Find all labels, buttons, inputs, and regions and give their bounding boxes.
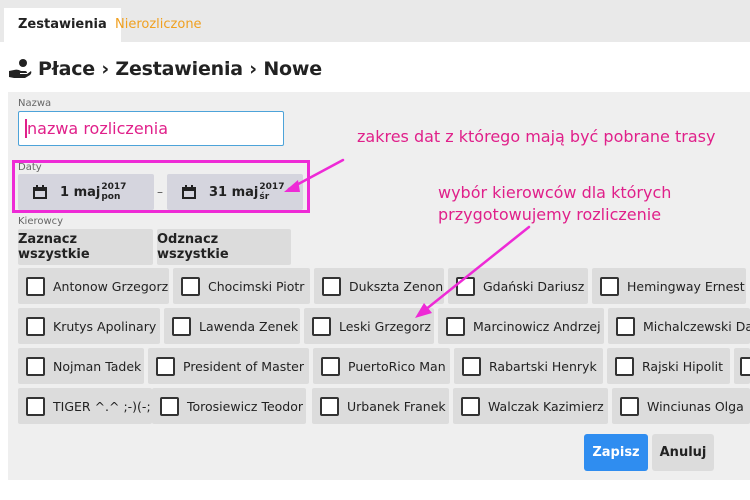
driver-checkbox[interactable]: Urbanek Franek bbox=[312, 388, 449, 424]
driver-checkbox[interactable]: Walczak Kazimierz bbox=[453, 388, 608, 424]
driver-checkbox[interactable]: TIGER ^.^ ;-)(-; bbox=[18, 388, 152, 424]
driver-checkbox[interactable]: Antonow Grzegorz bbox=[18, 268, 169, 304]
driver-name: Torosiewicz Teodor bbox=[187, 398, 304, 414]
driver-name: TIGER ^.^ ;-)(-; bbox=[53, 398, 151, 414]
driver-checkbox[interactable]: Leski Grzegorz bbox=[304, 308, 434, 344]
driver-name: Duksztа Zenon bbox=[349, 278, 444, 294]
driver-name: Winciunas Olga bbox=[647, 398, 744, 414]
driver-name: Lawenda Zenek bbox=[199, 318, 299, 334]
date-from-weekday: pon bbox=[101, 192, 121, 202]
tab-nierozliczone[interactable]: Nierozliczone bbox=[101, 8, 216, 42]
checkbox[interactable] bbox=[26, 396, 45, 416]
driver-checkbox[interactable]: PuertoRico Man bbox=[313, 348, 450, 384]
date-from-day: 1 maj bbox=[60, 184, 101, 200]
dates-annotation: zakres dat z którego mają być pobrane tr… bbox=[357, 127, 716, 146]
driver-checkbox[interactable]: Rabartski Henryk bbox=[454, 348, 603, 384]
driver-name: Antonow Grzegorz bbox=[53, 278, 169, 294]
drivers-annotation-line2: przygotowujemy rozliczenie bbox=[438, 205, 662, 224]
checkbox[interactable] bbox=[172, 316, 191, 336]
checkbox[interactable] bbox=[26, 276, 45, 296]
driver-name: Hemingway Ernest bbox=[627, 278, 745, 294]
driver-checkbox-overflow[interactable] bbox=[734, 348, 750, 384]
driver-checkbox[interactable]: Michalczewski Dariusz bbox=[608, 308, 750, 344]
date-to-year: 2017 bbox=[259, 182, 285, 192]
checkbox[interactable] bbox=[26, 356, 45, 376]
driver-name: Leski Grzegorz bbox=[339, 318, 431, 334]
checkbox[interactable] bbox=[620, 396, 639, 416]
driver-checkbox[interactable]: Gdański Dariusz bbox=[448, 268, 588, 304]
driver-checkbox[interactable]: Lawenda Zenek bbox=[164, 308, 300, 344]
driver-checkbox[interactable]: President of Master bbox=[148, 348, 309, 384]
driver-checkbox[interactable]: Duksztа Zenon bbox=[314, 268, 444, 304]
drivers-annotation-line1: wybór kierowców dla których bbox=[438, 183, 672, 202]
calendar-icon bbox=[33, 185, 47, 199]
checkbox[interactable] bbox=[322, 276, 341, 296]
date-from-year: 2017 bbox=[101, 182, 127, 192]
save-button[interactable]: Zapisz bbox=[584, 434, 648, 471]
driver-name: Marcinowicz Andrzej bbox=[473, 318, 601, 334]
driver-name: Rabartski Henryk bbox=[489, 358, 597, 374]
checkbox[interactable] bbox=[312, 316, 331, 336]
checkbox[interactable] bbox=[160, 396, 179, 416]
date-to-day: 31 maj bbox=[209, 184, 259, 200]
name-label: Nazwa bbox=[18, 98, 52, 109]
checkbox[interactable] bbox=[616, 316, 635, 336]
page-header: Płace › Zestawienia › Nowe bbox=[8, 56, 322, 82]
driver-name: Chocimski Piotr bbox=[208, 278, 305, 294]
checkbox[interactable] bbox=[320, 396, 339, 416]
driver-checkbox[interactable]: Marcinowicz Andrzej bbox=[438, 308, 604, 344]
checkbox[interactable] bbox=[321, 356, 340, 376]
driver-checkbox[interactable]: Krutys Apolinary bbox=[18, 308, 160, 344]
checkbox[interactable] bbox=[740, 356, 750, 376]
driver-name: Gdański Dariusz bbox=[483, 278, 585, 294]
hand-coin-icon bbox=[9, 59, 32, 78]
calendar-icon bbox=[182, 185, 196, 199]
driver-name: President of Master bbox=[183, 358, 304, 374]
checkbox[interactable] bbox=[181, 276, 200, 296]
checkbox[interactable] bbox=[600, 276, 619, 296]
driver-checkbox[interactable]: Chocimski Piotr bbox=[173, 268, 310, 304]
checkbox[interactable] bbox=[456, 276, 475, 296]
driver-name: Nojman Tadek bbox=[53, 358, 142, 374]
deselect-all-button[interactable]: Odznacz wszystkie bbox=[157, 229, 291, 265]
driver-checkbox[interactable]: Torosiewicz Teodor bbox=[152, 388, 306, 424]
checkbox[interactable] bbox=[462, 356, 481, 376]
checkbox[interactable] bbox=[615, 356, 634, 376]
checkbox[interactable] bbox=[156, 356, 175, 376]
driver-name: Michalczewski Dariusz bbox=[643, 318, 750, 334]
checkbox[interactable] bbox=[26, 316, 45, 336]
cancel-button[interactable]: Anuluj bbox=[652, 434, 714, 471]
tab-bar: Zestawienia Nierozliczone bbox=[0, 0, 750, 42]
driver-checkbox[interactable]: Hemingway Ernest bbox=[592, 268, 746, 304]
driver-checkbox[interactable]: Nojman Tadek bbox=[18, 348, 144, 384]
driver-name: Krutys Apolinary bbox=[53, 318, 157, 334]
date-to-weekday: śr bbox=[259, 192, 270, 202]
select-all-button[interactable]: Zaznacz wszystkie bbox=[18, 229, 153, 265]
name-input[interactable] bbox=[18, 111, 284, 146]
text-caret bbox=[25, 119, 27, 138]
driver-name: Urbanek Franek bbox=[347, 398, 446, 414]
driver-name: Walczak Kazimierz bbox=[488, 398, 604, 414]
driver-name: PuertoRico Man bbox=[348, 358, 446, 374]
driver-checkbox[interactable]: Winciunas Olga bbox=[612, 388, 750, 424]
date-to-button[interactable]: 31 maj 2017 śr bbox=[167, 174, 303, 210]
date-from-button[interactable]: 1 maj 2017 pon bbox=[18, 174, 154, 210]
driver-name: Rajski Hipolit bbox=[642, 358, 724, 374]
checkbox[interactable] bbox=[446, 316, 465, 336]
driver-checkbox[interactable]: Rajski Hipolit bbox=[607, 348, 730, 384]
drivers-label: Kierowcy bbox=[18, 216, 64, 227]
page-title: Płace › Zestawienia › Nowe bbox=[38, 58, 322, 80]
date-separator: – bbox=[157, 185, 163, 199]
checkbox[interactable] bbox=[461, 396, 480, 416]
